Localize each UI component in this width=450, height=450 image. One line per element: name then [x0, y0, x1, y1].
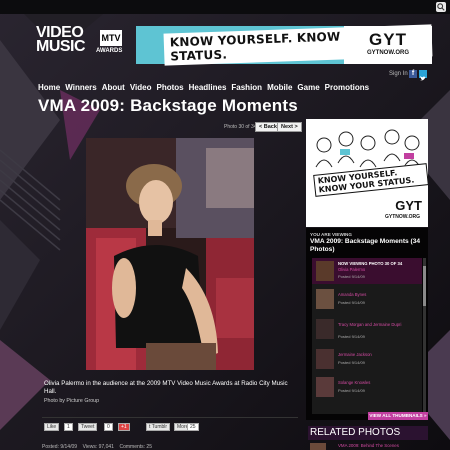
thumbnail-scrollbar[interactable] [423, 258, 426, 414]
gallery-title[interactable]: VMA 2009: Backstage Moments (34 Photos) [310, 238, 428, 254]
nav-item-headlines[interactable]: Headlines [189, 83, 227, 92]
thumbnail-posted: Posted 9/14/09 [338, 388, 365, 393]
sign-in-link[interactable]: Sign In [389, 71, 408, 77]
photo-counter: Photo 30 of 34 [224, 124, 257, 130]
twitter-icon[interactable] [419, 70, 427, 81]
like-button[interactable]: Like [44, 423, 60, 431]
thumbnail-list: NOW VIEWING PHOTO 30 OF 34 Olivia Palerm… [312, 258, 422, 414]
vma-logo[interactable]: VIDEO MUSIC MTV AWARDS [36, 25, 128, 66]
thumbnail-item[interactable]: Jermaine Jackson Posted 9/14/09 [312, 346, 422, 372]
next-button[interactable]: Next > [277, 122, 302, 132]
view-all-thumbnails-button[interactable]: VIEW ALL THUMBNAILS » [368, 412, 428, 420]
thumbnail-title: Solange Knowles [338, 380, 371, 385]
nav-item-mobile[interactable]: Mobile [267, 83, 292, 92]
sidebar-ad-url: GYTNOW.ORG [385, 214, 420, 220]
thumbnail-item[interactable]: NOW VIEWING PHOTO 30 OF 34 Olivia Palerm… [312, 258, 422, 284]
nav-item-about[interactable]: About [102, 83, 125, 92]
top-strip [0, 0, 450, 14]
thumbnail-title: Jermaine Jackson [338, 352, 372, 357]
search-icon [437, 3, 445, 11]
nav-item-winners[interactable]: Winners [65, 83, 97, 92]
logo-awards: AWARDS [96, 48, 123, 54]
thumbnail-posted: Posted 9/14/09 [338, 334, 365, 339]
thumbnail-image [316, 377, 334, 397]
thumbnail-item[interactable]: Tracy Morgan and Jermaine Dupri Posted 9… [312, 316, 422, 342]
thumbnail-title: Amanda Bynes [338, 292, 367, 297]
nav-item-fashion[interactable]: Fashion [231, 83, 262, 92]
post-meta: Posted: 9/14/09 Views: 97,041 Comments: … [42, 444, 152, 450]
facebook-icon[interactable]: f [409, 70, 417, 78]
thumbnail-title: Tracy Morgan and Jermaine Dupri [338, 322, 402, 327]
nav-item-video[interactable]: Video [130, 83, 152, 92]
viewing-label: YOU ARE VIEWING [310, 232, 352, 237]
sidebar-ad-brand: GYT [395, 198, 422, 213]
thumbnail-image [316, 289, 334, 309]
scrollbar-thumb[interactable] [423, 266, 426, 306]
thumbnail-item[interactable]: Amanda Bynes Posted 9/14/09 [312, 286, 422, 312]
thumbnail-image [316, 261, 334, 281]
thumbnail-posted: Posted 9/14/09 [338, 360, 365, 365]
thumbnail-title: Olivia Palermo [338, 267, 366, 272]
nav-item-game[interactable]: Game [297, 83, 319, 92]
nav-item-photos[interactable]: Photos [156, 83, 183, 92]
thumbnail-posted: Posted 9/14/09 [338, 300, 365, 305]
photo-credit: Photo by Picture Group [44, 398, 100, 404]
tumblr-button[interactable]: t Tumblr [146, 423, 171, 431]
plus-one-button[interactable]: +1 [118, 423, 130, 431]
related-photo-title: VMA 2009: Behind The Scenes [338, 443, 399, 448]
now-viewing-label: NOW VIEWING PHOTO 30 OF 34 [338, 261, 403, 266]
tweet-count: 0 [104, 423, 113, 431]
main-photo[interactable] [86, 138, 254, 370]
sidebar-ad[interactable]: KNOW YOURSELF. KNOW YOUR STATUS. GYT GYT… [306, 119, 428, 227]
main-nav: Home Winners About Video Photos Headline… [38, 83, 369, 92]
top-banner-ad[interactable]: KNOW YOURSELF. KNOW YOUR STATUS. GYT GYT… [136, 24, 433, 66]
related-photo-thumbnail [310, 443, 326, 450]
thumbnail-item[interactable]: Solange Knowles Posted 9/14/09 [312, 374, 422, 400]
banner-brand-url: GYTNOW.ORG [367, 50, 409, 56]
thumbnail-image [316, 349, 334, 369]
related-photos-header: RELATED PHOTOS [308, 426, 428, 440]
gallery-panel: YOU ARE VIEWING VMA 2009: Backstage Mome… [306, 228, 428, 420]
tweet-button[interactable]: Tweet [78, 423, 98, 431]
like-count: 1 [64, 423, 73, 431]
mtv-logo: MTV [100, 30, 122, 46]
nav-item-promotions[interactable]: Promotions [325, 83, 369, 92]
banner-brand: GYT GYTNOW.ORG [344, 26, 432, 64]
nav-item-home[interactable]: Home [38, 83, 60, 92]
posted-date: Posted: 9/14/09 [42, 444, 78, 450]
thumbnail-posted: Posted 9/14/09 [338, 274, 365, 279]
page-title: VMA 2009: Backstage Moments [38, 96, 298, 115]
search-button[interactable] [436, 2, 446, 12]
comments-count[interactable]: Comments: 25 [119, 444, 152, 450]
thumbnail-image [316, 319, 334, 339]
related-photo-item[interactable]: VMA 2009: Behind The Scenes [310, 441, 428, 450]
more-count: 25 [187, 423, 199, 431]
views-count: Views: 97,041 [82, 444, 114, 450]
banner-brand-name: GYT [369, 30, 407, 49]
photo-caption: Olivia Palermo in the audience at the 20… [44, 380, 288, 395]
